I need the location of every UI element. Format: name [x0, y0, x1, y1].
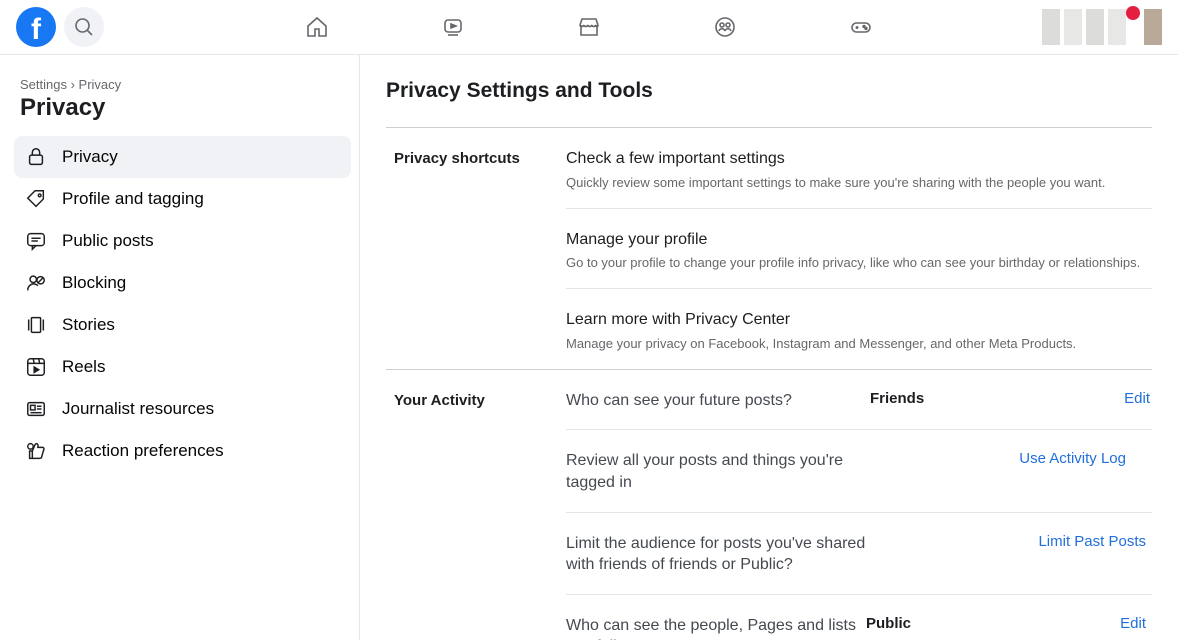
shortcut-manage-profile[interactable]: Manage your profile Go to your profile t…	[566, 209, 1152, 290]
sidebar-item-privacy[interactable]: Privacy	[14, 136, 351, 178]
content-title: Privacy Settings and Tools	[386, 79, 1152, 103]
edit-link[interactable]: Edit	[1020, 390, 1150, 407]
id-card-icon	[24, 397, 48, 421]
lock-icon	[24, 145, 48, 169]
placeholder-block	[1086, 9, 1104, 45]
edit-link[interactable]: Edit	[1016, 615, 1146, 632]
breadcrumb[interactable]: Settings › Privacy	[20, 77, 351, 92]
activity-follow-visibility: Who can see the people, Pages and lists …	[566, 595, 1152, 640]
stories-icon	[24, 313, 48, 337]
nav-marketplace[interactable]	[569, 7, 609, 47]
sidebar-item-label: Privacy	[62, 147, 118, 167]
row-title: Who can see your future posts?	[566, 390, 870, 412]
marketplace-icon	[577, 15, 601, 39]
sidebar-item-label: Reels	[62, 357, 105, 377]
like-settings-icon	[24, 439, 48, 463]
content-area: Privacy Settings and Tools Privacy short…	[360, 55, 1178, 640]
sidebar-item-label: Public posts	[62, 231, 154, 251]
row-title: Who can see the people, Pages and lists …	[566, 615, 866, 640]
sidebar-item-public-posts[interactable]: Public posts	[14, 220, 351, 262]
sidebar-item-reels[interactable]: Reels	[14, 346, 351, 388]
sidebar-item-label: Blocking	[62, 273, 126, 293]
sidebar-item-label: Journalist resources	[62, 399, 214, 419]
sidebar-item-profile-tagging[interactable]: Profile and tagging	[14, 178, 351, 220]
limit-past-posts-link[interactable]: Limit Past Posts	[1016, 533, 1146, 550]
reels-icon	[24, 355, 48, 379]
section-your-activity: Your Activity Who can see your future po…	[386, 369, 1152, 640]
tag-icon	[24, 187, 48, 211]
facebook-logo[interactable]: f	[16, 7, 56, 47]
home-icon	[305, 15, 329, 39]
row-title: Check a few important settings	[566, 148, 1150, 170]
nav-center	[0, 7, 1178, 47]
activity-future-posts: Who can see your future posts? Friends E…	[566, 370, 1152, 431]
nav-right	[1042, 9, 1162, 45]
section-privacy-shortcuts: Privacy shortcuts Check a few important …	[386, 127, 1152, 369]
notification-badge	[1126, 6, 1140, 20]
nav-gaming[interactable]	[841, 7, 881, 47]
row-title: Manage your profile	[566, 229, 1150, 251]
row-value: Friends	[870, 390, 1020, 407]
placeholder-block	[1064, 9, 1082, 45]
sidebar-item-journalist[interactable]: Journalist resources	[14, 388, 351, 430]
row-subtitle: Manage your privacy on Facebook, Instagr…	[566, 336, 1150, 351]
search-icon	[72, 15, 96, 39]
comment-icon	[24, 229, 48, 253]
gaming-icon	[849, 15, 873, 39]
placeholder-block	[1108, 9, 1126, 45]
row-title: Limit the audience for posts you've shar…	[566, 533, 866, 576]
page-title: Privacy	[20, 94, 351, 122]
search-button[interactable]	[64, 7, 104, 47]
placeholder-block	[1144, 9, 1162, 45]
sidebar-item-reaction-prefs[interactable]: Reaction preferences	[14, 430, 351, 472]
sidebar-item-label: Reaction preferences	[62, 441, 224, 461]
nav-home[interactable]	[297, 7, 337, 47]
sidebar-item-blocking[interactable]: Blocking	[14, 262, 351, 304]
activity-log-link[interactable]: Use Activity Log	[996, 450, 1126, 467]
block-user-icon	[24, 271, 48, 295]
top-nav: f	[0, 0, 1178, 55]
row-subtitle: Go to your profile to change your profil…	[566, 255, 1150, 270]
section-label: Privacy shortcuts	[386, 128, 566, 369]
shortcut-privacy-center[interactable]: Learn more with Privacy Center Manage yo…	[566, 289, 1152, 369]
row-subtitle: Quickly review some important settings t…	[566, 175, 1150, 190]
sidebar-item-label: Profile and tagging	[62, 189, 204, 209]
sidebar: Settings › Privacy Privacy Privacy Profi…	[0, 55, 360, 640]
shortcut-check-settings[interactable]: Check a few important settings Quickly r…	[566, 128, 1152, 209]
activity-limit-audience: Limit the audience for posts you've shar…	[566, 513, 1152, 595]
activity-review-posts: Review all your posts and things you're …	[566, 430, 1152, 512]
nav-groups[interactable]	[705, 7, 745, 47]
row-title: Review all your posts and things you're …	[566, 450, 846, 493]
watch-icon	[441, 15, 465, 39]
nav-watch[interactable]	[433, 7, 473, 47]
placeholder-block	[1042, 9, 1060, 45]
groups-icon	[713, 15, 737, 39]
section-label: Your Activity	[386, 370, 566, 640]
row-value: Public	[866, 615, 1016, 632]
sidebar-item-label: Stories	[62, 315, 115, 335]
row-title: Learn more with Privacy Center	[566, 309, 1150, 331]
sidebar-item-stories[interactable]: Stories	[14, 304, 351, 346]
